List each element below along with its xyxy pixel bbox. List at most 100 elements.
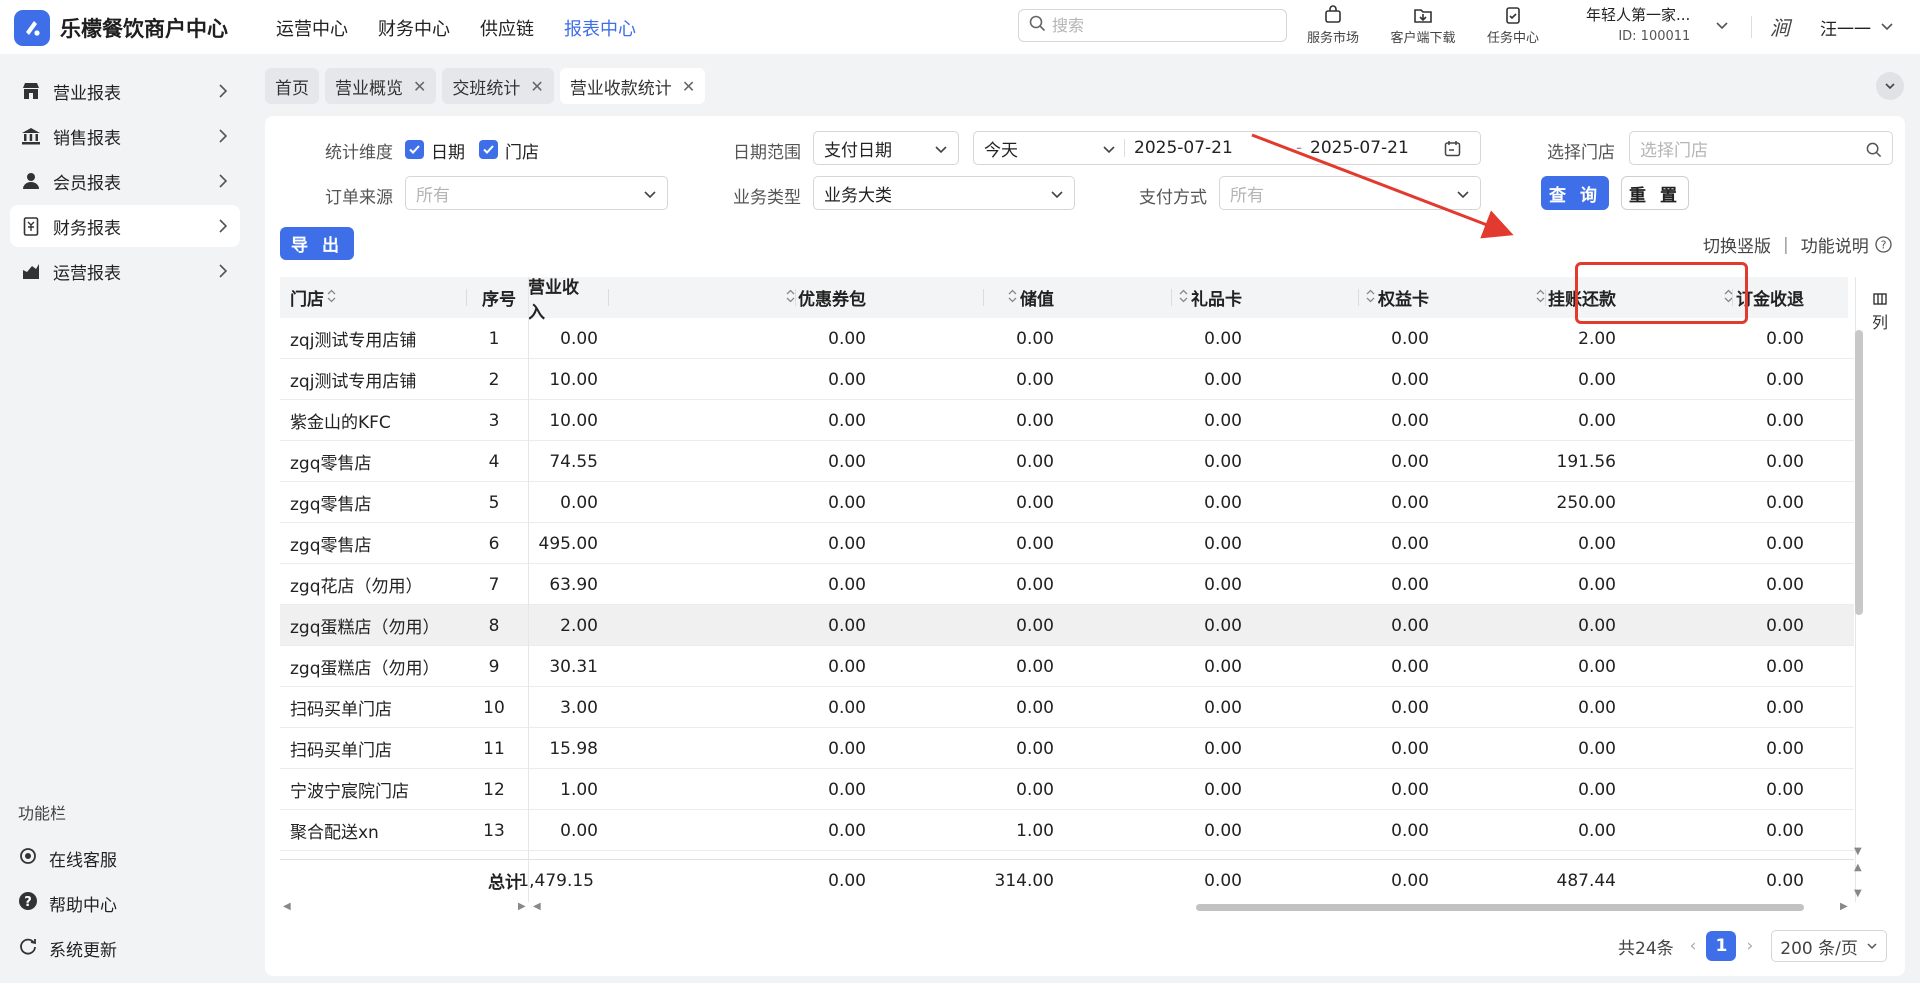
close-icon[interactable]: ✕ (413, 77, 426, 96)
column-divider[interactable] (1545, 289, 1546, 306)
app-logo-icon[interactable] (14, 10, 50, 46)
store-checkbox[interactable] (479, 140, 498, 159)
scroll-left-icon[interactable]: ◀ (283, 901, 291, 912)
help-center-link[interactable]: ? 帮助中心 (18, 891, 117, 916)
date-preset-value[interactable]: 今天 (984, 136, 1018, 161)
user-name[interactable]: 汪一一 (1820, 15, 1871, 40)
date-start-value[interactable]: 2025-07-21 (1134, 138, 1233, 158)
query-button[interactable]: 查 询 (1541, 176, 1609, 210)
column-header-coupon-pack[interactable]: 优惠券包 (700, 277, 866, 318)
scroll-down-icon[interactable]: ▼ (1854, 888, 1862, 899)
chevron-down-icon[interactable] (1880, 18, 1894, 38)
avatar[interactable]: 涧 (1770, 12, 1800, 42)
column-divider[interactable] (1358, 289, 1359, 306)
table-row[interactable]: 扫码买单门店 11 15.98 0.00 0.00 0.00 0.00 0.00 0.00 (280, 728, 1854, 769)
business-type-select[interactable]: 业务大类 (813, 176, 1075, 210)
calendar-icon[interactable] (1444, 140, 1461, 157)
date-range-picker[interactable]: 今天 2025-07-21 - 2025-07-21 (973, 131, 1481, 165)
store-checkbox-label[interactable]: 门店 (505, 138, 539, 163)
sidebar-item-business-report[interactable]: 营业报表 (10, 70, 240, 112)
date-checkbox-label[interactable]: 日期 (431, 138, 465, 163)
task-center-button[interactable]: 任务中心 (1480, 5, 1546, 46)
topnav-item-operations[interactable]: 运营中心 (276, 15, 348, 41)
sort-icon[interactable] (1008, 288, 1017, 308)
table-row[interactable]: 聚合配送xn 13 0.00 0.00 1.00 0.00 0.00 0.00 0.00 (280, 810, 1854, 851)
column-header-store[interactable]: 门店 (290, 277, 339, 318)
date-end-value[interactable]: 2025-07-21 (1310, 138, 1409, 158)
table-row[interactable]: zgq花店（勿用） 7 63.90 0.00 0.00 0.00 0.00 0.00 0.00 (280, 564, 1854, 605)
column-header-benefit-card[interactable]: 权益卡 (1263, 277, 1429, 318)
sidebar-item-member-report[interactable]: 会员报表 (10, 160, 240, 202)
sort-icon[interactable] (786, 288, 795, 308)
horizontal-scrollbar[interactable] (1196, 904, 1804, 911)
sidebar-item-sales-report[interactable]: 销售报表 (10, 115, 240, 157)
next-page-icon[interactable]: › (1746, 936, 1753, 956)
table-row[interactable]: zgq零售店 6 495.00 0.00 0.00 0.00 0.00 0.00 0.00 (280, 523, 1854, 564)
close-icon[interactable]: ✕ (682, 77, 695, 96)
scroll-down-icon[interactable]: ▼ (1854, 846, 1862, 857)
topnav-item-finance[interactable]: 财务中心 (378, 15, 450, 41)
service-market-button[interactable]: 服务市场 (1300, 5, 1366, 46)
reset-button[interactable]: 重 置 (1621, 176, 1689, 210)
sidebar-item-finance-report[interactable]: 财务报表 (10, 205, 240, 247)
tab-revenue-collection[interactable]: 营业收款统计 ✕ (559, 68, 706, 104)
online-service-link[interactable]: 在线客服 (18, 846, 117, 871)
switch-vertical-link[interactable]: 切换竖版 (1703, 232, 1771, 257)
page-size-select[interactable]: 200 条/页 (1771, 930, 1887, 962)
topnav-item-reports[interactable]: 报表中心 (564, 15, 636, 41)
export-button[interactable]: 导 出 (280, 227, 354, 260)
topnav-item-supply[interactable]: 供应链 (480, 15, 534, 41)
question-circle-icon[interactable]: ? (1875, 236, 1892, 253)
table-row[interactable]: zgq零售店 5 0.00 0.00 0.00 0.00 0.00 250.00 0.00 (280, 482, 1854, 523)
table-row[interactable]: zgq蛋糕店（勿用） 8 2.00 0.00 0.00 0.00 0.00 0.00 0.00 (280, 605, 1854, 646)
table-row[interactable]: zqj测试专用店铺 2 10.00 0.00 0.00 0.00 0.00 0.00 0.00 (280, 359, 1854, 400)
column-divider[interactable] (795, 289, 796, 306)
chevron-down-icon[interactable] (1715, 17, 1729, 37)
table-row[interactable]: zqj测试专用店铺 1 0.00 0.00 0.00 0.00 0.00 2.00 0.00 (280, 318, 1854, 359)
sort-icon[interactable] (327, 288, 336, 308)
tabs-dropdown-button[interactable] (1876, 72, 1904, 100)
tab-business-overview[interactable]: 营业概览 ✕ (325, 68, 437, 104)
chart-icon (20, 260, 42, 282)
sidebar-item-operation-report[interactable]: 运营报表 (10, 250, 240, 292)
column-divider[interactable] (466, 289, 467, 306)
payment-method-select[interactable]: 所有 (1219, 176, 1481, 210)
chevron-down-icon[interactable] (1102, 142, 1116, 156)
search-input[interactable] (1052, 16, 1262, 35)
system-update-link[interactable]: 系统更新 (18, 936, 117, 961)
column-divider[interactable] (608, 289, 609, 306)
table-row[interactable]: 宁波宁宸院门店 12 1.00 0.00 0.00 0.00 0.00 0.00 0.00 (280, 769, 1854, 810)
client-download-button[interactable]: 客户端下载 (1382, 5, 1464, 46)
scroll-right-icon[interactable]: ▶ (1840, 901, 1848, 912)
scroll-up-icon[interactable]: ▲ (1854, 862, 1862, 873)
date-checkbox[interactable] (405, 140, 424, 159)
table-row[interactable]: zgq蛋糕店（勿用） 9 30.31 0.00 0.00 0.00 0.00 0.00 0.00 (280, 646, 1854, 687)
table-row[interactable]: 扫码买单门店 10 3.00 0.00 0.00 0.00 0.00 0.00 0.00 (280, 687, 1854, 728)
column-settings-button[interactable]: 列 (1868, 290, 1892, 334)
account-id: ID: 100011 (1618, 29, 1691, 44)
date-type-select[interactable]: 支付日期 (813, 131, 959, 165)
order-source-select[interactable]: 所有 (405, 176, 668, 210)
table-row[interactable]: 紫金山的KFC 3 10.00 0.00 0.00 0.00 0.00 0.00 0.00 (280, 400, 1854, 441)
sort-icon[interactable] (1366, 288, 1375, 308)
sort-icon[interactable] (1536, 288, 1545, 308)
search-box[interactable] (1018, 9, 1287, 42)
column-divider[interactable] (983, 289, 984, 306)
function-help-link[interactable]: 功能说明 (1801, 232, 1869, 257)
vertical-scrollbar[interactable] (1855, 330, 1863, 615)
scroll-right-icon[interactable]: ▶ (518, 901, 526, 912)
sort-icon[interactable] (1179, 288, 1188, 308)
column-header-gift-card[interactable]: 礼品卡 (1076, 277, 1242, 318)
column-divider[interactable] (1171, 289, 1172, 306)
table-row[interactable]: zgq零售店 4 74.55 0.00 0.00 0.00 0.00 191.56 0.00 (280, 441, 1854, 482)
tab-shift-stats[interactable]: 交班统计 ✕ (442, 68, 554, 104)
close-icon[interactable]: ✕ (530, 77, 543, 96)
cell-stored-value: 0.00 (1016, 533, 1054, 554)
page-button-current[interactable]: 1 (1706, 931, 1737, 961)
scroll-left-icon[interactable]: ◀ (533, 901, 541, 912)
prev-page-icon[interactable]: ‹ (1690, 936, 1697, 956)
account-switcher[interactable]: 年轻人第一家... ID: 100011 (1586, 4, 1690, 44)
column-header-stored-value[interactable]: 储值 (888, 277, 1054, 318)
store-select[interactable]: 选择门店 (1629, 131, 1893, 165)
tab-home[interactable]: 首页 (265, 68, 319, 104)
